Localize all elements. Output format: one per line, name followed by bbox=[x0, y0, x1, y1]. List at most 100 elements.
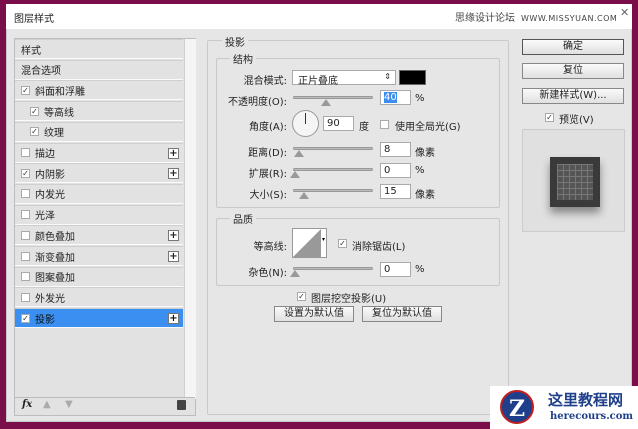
style-item[interactable]: 光泽 bbox=[15, 204, 183, 225]
opacity-input[interactable]: 40 bbox=[380, 90, 411, 105]
style-item[interactable]: 内发光 bbox=[15, 183, 183, 204]
opacity-slider[interactable] bbox=[293, 96, 373, 106]
logo-z-icon: Z bbox=[500, 390, 534, 424]
distance-input[interactable]: 8 bbox=[380, 142, 411, 157]
blend-mode-select[interactable]: 正片叠底 ⇕ bbox=[292, 70, 396, 87]
style-item[interactable]: 图案叠加 bbox=[15, 266, 183, 287]
style-checkbox[interactable] bbox=[21, 210, 30, 220]
style-item-label: 内阴影 bbox=[35, 169, 65, 181]
style-item-label: 纹理 bbox=[44, 128, 64, 140]
style-item[interactable]: 渐变叠加 + bbox=[15, 246, 183, 266]
add-icon[interactable]: + bbox=[168, 251, 179, 262]
trash-icon[interactable] bbox=[177, 400, 186, 410]
style-checkbox[interactable]: ✓ bbox=[21, 313, 30, 323]
slider-thumb[interactable] bbox=[321, 99, 331, 106]
angle-dial[interactable] bbox=[292, 110, 319, 137]
distance-slider[interactable] bbox=[293, 147, 373, 157]
styles-list: 样式 混合选项 ✓ 斜面和浮雕 ✓ 等高线 ✓ 纹理 描边 + ✓ 内阴影 + 内发光 光泽 颜色叠加 + 渐变叠… bbox=[14, 38, 196, 416]
preview-checkbox[interactable]: ✓ bbox=[545, 113, 554, 122]
style-item[interactable]: ✓ 等高线 bbox=[15, 101, 183, 122]
svg-text:▾: ▾ bbox=[322, 236, 325, 243]
dialog-title: 图层样式 bbox=[14, 14, 54, 25]
size-slider[interactable] bbox=[293, 189, 373, 199]
move-up-icon[interactable]: ▲ bbox=[43, 399, 51, 410]
style-checkbox[interactable]: ✓ bbox=[30, 106, 39, 116]
style-checkbox[interactable]: ✓ bbox=[30, 127, 39, 137]
noise-unit: % bbox=[415, 264, 425, 275]
style-checkbox[interactable] bbox=[21, 272, 30, 282]
close-icon[interactable]: ✕ bbox=[620, 6, 629, 19]
style-item[interactable]: ✓ 投影 + bbox=[15, 308, 183, 329]
style-item-label: 光泽 bbox=[35, 211, 55, 223]
structure-title: 结构 bbox=[230, 51, 256, 66]
style-item[interactable]: 外发光 bbox=[15, 287, 183, 308]
opacity-unit: % bbox=[415, 93, 425, 104]
size-label: 大小(S): bbox=[249, 190, 287, 201]
style-preview bbox=[522, 129, 625, 232]
reset-button[interactable]: 复位 bbox=[522, 63, 624, 79]
add-icon[interactable]: + bbox=[168, 313, 179, 325]
slider-thumb[interactable] bbox=[294, 150, 304, 157]
move-down-icon[interactable]: ▼ bbox=[65, 399, 73, 410]
style-checkbox[interactable] bbox=[21, 189, 30, 199]
slider-thumb[interactable] bbox=[290, 270, 300, 277]
new-style-button[interactable]: 新建样式(W)... bbox=[522, 88, 624, 104]
style-item-label: 颜色叠加 bbox=[35, 231, 75, 243]
global-light-checkbox[interactable] bbox=[380, 120, 389, 129]
size-input[interactable]: 15 bbox=[380, 184, 411, 199]
add-icon[interactable]: + bbox=[168, 168, 179, 180]
angle-input[interactable]: 90 bbox=[323, 116, 354, 131]
noise-input[interactable]: 0 bbox=[380, 262, 411, 277]
distance-label: 距离(D): bbox=[248, 148, 287, 159]
slider-thumb[interactable] bbox=[290, 171, 300, 178]
preview-label: 预览(V) bbox=[559, 115, 594, 126]
style-item[interactable]: ✓ 纹理 bbox=[15, 121, 183, 142]
style-checkbox[interactable] bbox=[21, 292, 30, 302]
style-item-label: 渐变叠加 bbox=[35, 252, 75, 264]
knockout-checkbox[interactable]: ✓ bbox=[297, 292, 306, 301]
preview-swatch bbox=[550, 157, 600, 207]
style-item-label: 内发光 bbox=[35, 190, 65, 202]
ok-button[interactable]: 确定 bbox=[522, 39, 624, 55]
size-unit: 像素 bbox=[415, 190, 435, 201]
style-checkbox[interactable] bbox=[21, 251, 30, 261]
style-item-label: 投影 bbox=[35, 314, 55, 326]
angle-unit: 度 bbox=[359, 122, 369, 133]
style-item[interactable]: ✓ 内阴影 + bbox=[15, 163, 183, 184]
slider-thumb[interactable] bbox=[299, 192, 309, 199]
select-arrows-icon: ⇕ bbox=[384, 72, 391, 81]
add-icon[interactable]: + bbox=[168, 147, 179, 159]
scrollbar[interactable] bbox=[184, 39, 196, 399]
contour-picker[interactable]: ▾ bbox=[292, 228, 327, 258]
style-item[interactable]: ✓ 斜面和浮雕 bbox=[15, 80, 183, 101]
style-item-label: 样式 bbox=[21, 45, 41, 57]
antialias-checkbox[interactable]: ✓ bbox=[338, 239, 347, 248]
spread-input[interactable]: 0 bbox=[380, 163, 411, 178]
watermark-url: WWW.MISSYUAN.COM bbox=[521, 14, 618, 23]
global-light-label: 使用全局光(G) bbox=[395, 122, 461, 133]
style-item-label: 描边 bbox=[35, 149, 55, 160]
style-checkbox[interactable] bbox=[21, 148, 30, 157]
watermark: 思缘设计论坛 WWW.MISSYUAN.COM bbox=[455, 9, 617, 24]
style-item[interactable]: 混合选项 bbox=[15, 59, 183, 80]
angle-label: 角度(A): bbox=[248, 122, 287, 133]
style-checkbox[interactable] bbox=[21, 230, 30, 240]
shadow-color-swatch[interactable] bbox=[399, 70, 426, 85]
noise-slider[interactable] bbox=[290, 267, 373, 277]
style-checkbox[interactable]: ✓ bbox=[21, 168, 30, 178]
set-default-button[interactable]: 设置为默认值 bbox=[274, 306, 354, 322]
style-item-label: 等高线 bbox=[44, 107, 74, 119]
add-icon[interactable]: + bbox=[168, 230, 179, 242]
distance-unit: 像素 bbox=[415, 148, 435, 159]
style-checkbox[interactable]: ✓ bbox=[21, 85, 30, 95]
list-toolbar: fx ▲ ▼ bbox=[15, 397, 195, 415]
spread-unit: % bbox=[415, 165, 425, 176]
style-item[interactable]: 颜色叠加 + bbox=[15, 225, 183, 246]
style-item[interactable]: 样式 bbox=[15, 39, 183, 59]
style-item[interactable]: 描边 + bbox=[15, 142, 183, 163]
fx-button[interactable]: fx bbox=[22, 399, 32, 410]
spread-slider[interactable] bbox=[290, 168, 373, 178]
blend-mode-label: 混合模式: bbox=[243, 76, 287, 87]
style-item-label: 外发光 bbox=[35, 293, 65, 305]
reset-default-button[interactable]: 复位为默认值 bbox=[362, 306, 442, 322]
